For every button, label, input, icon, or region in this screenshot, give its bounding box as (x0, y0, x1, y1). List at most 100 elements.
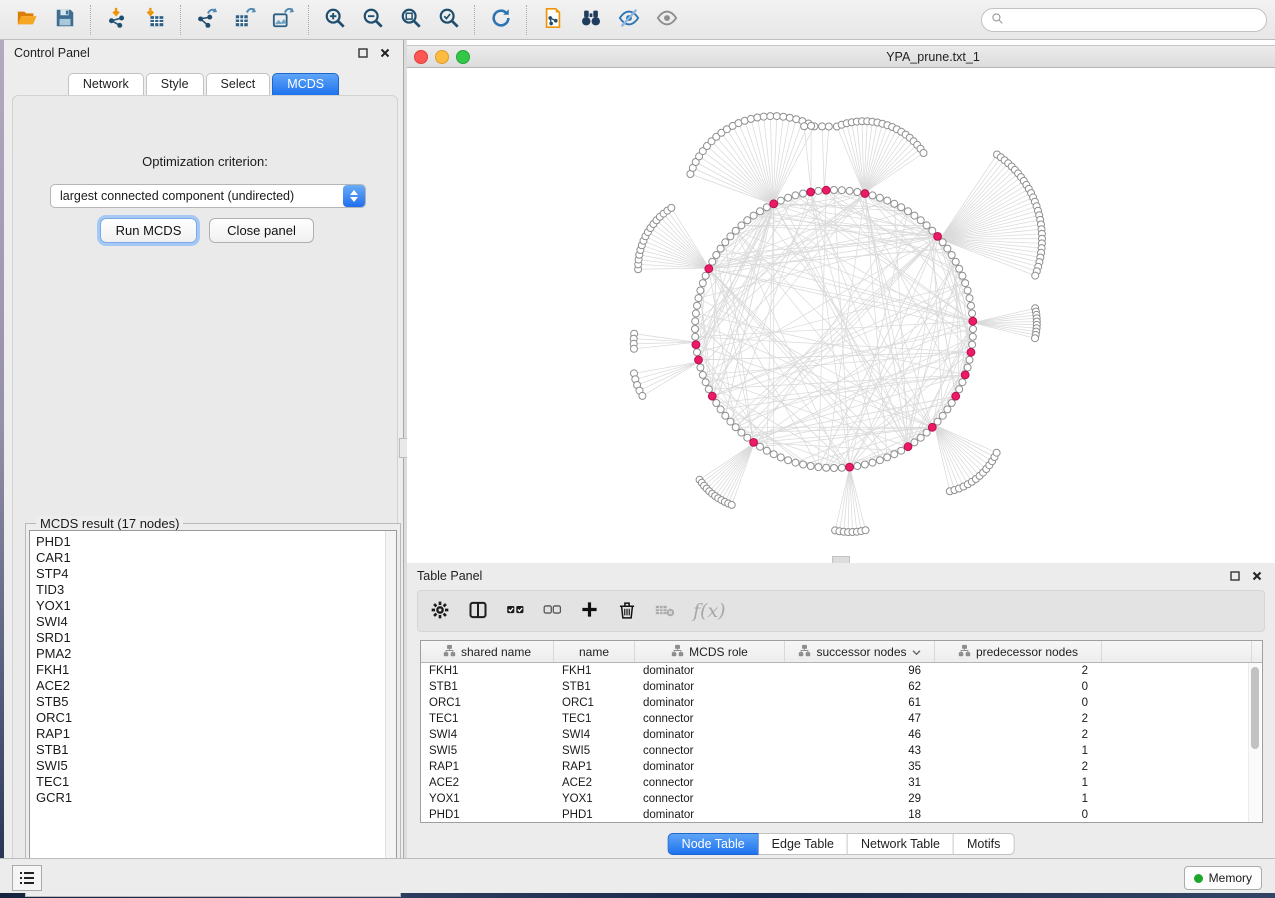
result-node-item[interactable]: RAP1 (36, 726, 396, 742)
export-table-icon (234, 7, 256, 32)
close-window-button[interactable] (414, 50, 428, 64)
hide-eye-button[interactable] (610, 3, 648, 37)
tab-mcds[interactable]: MCDS (272, 73, 339, 95)
result-node-item[interactable]: ORC1 (36, 710, 396, 726)
refresh-icon (490, 7, 512, 32)
table-tabs: Node TableEdge TableNetwork TableMotifs (668, 833, 1015, 855)
column-header-predecessor-nodes[interactable]: predecessor nodes (935, 641, 1102, 662)
columns-button[interactable] (468, 600, 488, 623)
import-table-button[interactable] (136, 3, 174, 37)
column-header-successor-nodes[interactable]: successor nodes (785, 641, 935, 662)
open-session-button[interactable] (8, 3, 46, 37)
result-node-item[interactable]: PMA2 (36, 646, 396, 662)
table-row[interactable]: STB1STB1dominator620 (421, 679, 1262, 695)
zoom-fit-button[interactable] (392, 3, 430, 37)
save-session-button[interactable] (46, 3, 84, 37)
result-node-item[interactable]: PHD1 (36, 534, 396, 550)
minimize-window-button[interactable] (435, 50, 449, 64)
select-all-button[interactable] (506, 600, 525, 622)
status-bar: Memory (0, 858, 1275, 893)
network-file-button[interactable] (534, 3, 572, 37)
table-row[interactable]: PHD1PHD1dominator180 (421, 807, 1262, 823)
node-table[interactable]: shared namenameMCDS rolesuccessor nodesp… (420, 640, 1263, 823)
result-node-item[interactable]: TID3 (36, 582, 396, 598)
export-table-button[interactable] (226, 3, 264, 37)
network-canvas[interactable] (407, 68, 1275, 563)
refresh-button[interactable] (482, 3, 520, 37)
close-panel-icon[interactable] (377, 46, 393, 60)
result-scrollbar[interactable] (385, 531, 396, 892)
table-row[interactable]: ACE2ACE2connector311 (421, 775, 1262, 791)
search-box[interactable] (981, 8, 1267, 32)
result-node-item[interactable]: SWI5 (36, 758, 396, 774)
gear-button[interactable] (430, 600, 450, 623)
column-header-shared-name[interactable]: shared name (421, 641, 554, 662)
criterion-dropdown[interactable]: largest connected component (undirected) (50, 184, 366, 208)
network-titlebar[interactable]: YPA_prune.txt_1 (407, 45, 1275, 68)
maximize-window-button[interactable] (456, 50, 470, 64)
attribute-icon (443, 644, 456, 660)
float-table-panel-icon[interactable] (1227, 569, 1243, 583)
close-table-panel-icon[interactable] (1249, 569, 1265, 583)
table-row[interactable]: TEC1TEC1connector472 (421, 711, 1262, 727)
table-row[interactable]: FKH1FKH1dominator962 (421, 663, 1262, 679)
float-panel-icon[interactable] (355, 46, 371, 60)
table-header-row: shared namenameMCDS rolesuccessor nodesp… (421, 641, 1262, 663)
delete-row-button[interactable] (617, 600, 637, 623)
close-panel-button[interactable]: Close panel (209, 218, 314, 243)
table-row[interactable]: RAP1RAP1dominator352 (421, 759, 1262, 775)
memory-button[interactable]: Memory (1184, 866, 1262, 890)
result-node-item[interactable]: GCR1 (36, 790, 396, 806)
export-network-button[interactable] (188, 3, 226, 37)
table-row[interactable]: YOX1YOX1connector291 (421, 791, 1262, 807)
result-node-item[interactable]: TEC1 (36, 774, 396, 790)
column-header-MCDS-role[interactable]: MCDS role (635, 641, 785, 662)
tab-motifs[interactable]: Motifs (954, 833, 1014, 855)
tab-style[interactable]: Style (146, 73, 204, 95)
deselect-all-icon (543, 600, 562, 622)
binoculars-button[interactable] (572, 3, 610, 37)
import-table-icon (144, 7, 166, 32)
attribute-icon (958, 644, 971, 660)
table-scrollbar-thumb[interactable] (1251, 667, 1259, 749)
run-mcds-button[interactable]: Run MCDS (100, 218, 197, 243)
import-network-button[interactable] (98, 3, 136, 37)
zoom-selected-button[interactable] (430, 3, 468, 37)
search-input[interactable] (1010, 12, 1257, 28)
result-node-item[interactable]: ACE2 (36, 678, 396, 694)
result-node-item[interactable]: FKH1 (36, 662, 396, 678)
result-node-item[interactable]: SRD1 (36, 630, 396, 646)
result-node-item[interactable]: STB5 (36, 694, 396, 710)
automation-panel-button[interactable] (12, 865, 42, 891)
tab-select[interactable]: Select (206, 73, 271, 95)
deselect-all-button[interactable] (543, 600, 562, 622)
export-image-button[interactable] (264, 3, 302, 37)
columns-icon (468, 600, 488, 623)
tab-network-table[interactable]: Network Table (848, 833, 954, 855)
zoom-in-button[interactable] (316, 3, 354, 37)
result-node-item[interactable]: CAR1 (36, 550, 396, 566)
tab-network[interactable]: Network (68, 73, 144, 95)
search-icon (991, 12, 1004, 28)
show-eye-button[interactable] (648, 3, 686, 37)
tab-node-table[interactable]: Node Table (668, 833, 759, 855)
result-node-item[interactable]: STP4 (36, 566, 396, 582)
delete-table-icon (655, 600, 675, 623)
sort-desc-icon (912, 645, 921, 659)
result-node-item[interactable]: STB1 (36, 742, 396, 758)
mcds-result-title: MCDS result (17 nodes) (36, 516, 183, 531)
table-row[interactable]: SWI4SWI4dominator462 (421, 727, 1262, 743)
memory-label: Memory (1209, 871, 1252, 885)
toolbar-separator (474, 5, 476, 35)
zoom-out-button[interactable] (354, 3, 392, 37)
result-node-item[interactable]: SWI4 (36, 614, 396, 630)
export-image-icon (272, 7, 294, 32)
table-scrollbar[interactable] (1248, 663, 1261, 822)
column-header-name[interactable]: name (554, 641, 635, 662)
add-row-button[interactable] (580, 600, 599, 622)
tab-edge-table[interactable]: Edge Table (759, 833, 848, 855)
table-row[interactable]: SWI5SWI5connector431 (421, 743, 1262, 759)
mcds-result-list[interactable]: PHD1CAR1STP4TID3YOX1SWI4SRD1PMA2FKH1ACE2… (29, 530, 397, 893)
result-node-item[interactable]: YOX1 (36, 598, 396, 614)
table-row[interactable]: ORC1ORC1dominator610 (421, 695, 1262, 711)
